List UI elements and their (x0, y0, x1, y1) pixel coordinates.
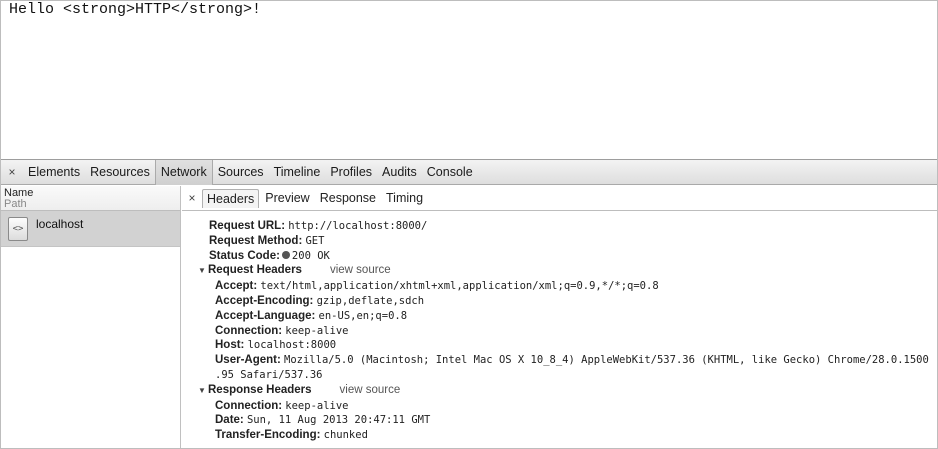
header-value: .95 Safari/537.36 (215, 368, 323, 381)
header-value: localhost:8000 (247, 339, 337, 352)
status-code-line: Status Code: 200 OK (209, 249, 937, 264)
header-row: Transfer-Encoding: chunked (209, 428, 937, 443)
header-key: Accept: (215, 280, 258, 293)
header-value: GET (305, 234, 325, 247)
header-value: Mozilla/5.0 (Macintosh; Intel Mac OS X 1… (284, 354, 929, 367)
request-row[interactable]: <> localhost (1, 211, 180, 247)
header-value: http://localhost:8000/ (288, 220, 428, 232)
detail-tabs: × Headers Preview Response Timing (182, 186, 937, 211)
view-source-link[interactable]: view source (330, 264, 391, 276)
header-key: Status Code: (209, 249, 280, 262)
headers-view: Request URL: http://localhost:8000/ Requ… (182, 211, 937, 443)
status-dot-icon (281, 250, 290, 259)
path-column-label: Path (4, 198, 27, 210)
disclosure-triangle-icon[interactable]: ▼ (198, 384, 208, 399)
header-value: 200 OK (291, 249, 330, 262)
tab-audits[interactable]: Audits (377, 160, 422, 185)
header-value: text/html,application/xhtml+xml,applicat… (260, 280, 659, 293)
disclosure-triangle-icon[interactable]: ▼ (198, 264, 208, 279)
tab-headers[interactable]: Headers (202, 188, 260, 208)
header-value: gzip,deflate,sdch (316, 294, 425, 307)
header-key: Accept-Encoding: (215, 294, 314, 307)
devtools-toolbar: × Elements Resources Network Sources Tim… (1, 159, 937, 185)
header-value: en-US,en;q=0.8 (318, 309, 408, 322)
section-title: Request Headers (208, 264, 302, 277)
header-key: Transfer-Encoding: (215, 429, 321, 442)
header-row-continuation: .95 Safari/537.36 (209, 368, 937, 383)
header-row: Connection: keep-alive (209, 399, 937, 414)
tab-console[interactable]: Console (422, 160, 478, 185)
header-value: keep-alive (285, 399, 349, 412)
response-headers-section[interactable]: ▼ Response Headers view source (198, 383, 937, 399)
tab-profiles[interactable]: Profiles (325, 160, 377, 185)
header-key: Request URL: (209, 220, 286, 232)
request-url-line: Request URL: http://localhost:8000/ (209, 219, 937, 234)
page-content-text: Hello <strong>HTTP</strong>! (9, 1, 262, 18)
page-viewport: Hello <strong>HTTP</strong>! (1, 1, 937, 159)
tab-response[interactable]: Response (316, 189, 380, 207)
tab-timeline[interactable]: Timeline (269, 160, 326, 185)
name-column-header[interactable]: Name Path (1, 186, 180, 211)
document-icon: <> (8, 217, 28, 241)
header-row: Host: localhost:8000 (209, 338, 937, 353)
devtools-window: × Elements Resources Network Sources Tim… (1, 159, 937, 448)
header-key: Connection: (215, 399, 283, 412)
request-name: localhost (36, 217, 84, 231)
tab-sources[interactable]: Sources (213, 160, 269, 185)
name-column-label: Name (4, 187, 34, 199)
header-value: chunked (323, 429, 368, 442)
header-key: Host: (215, 339, 245, 352)
header-value: Sun, 11 Aug 2013 20:47:11 GMT (246, 414, 431, 427)
header-row: User-Agent: Mozilla/5.0 (Macintosh; Inte… (209, 353, 937, 368)
tab-preview[interactable]: Preview (261, 189, 313, 207)
request-method-line: Request Method: GET (209, 234, 937, 249)
header-row: Connection: keep-alive (209, 324, 937, 339)
tab-network[interactable]: Network (154, 159, 213, 185)
tab-elements[interactable]: Elements (23, 160, 85, 185)
request-details: × Headers Preview Response Timing Reques… (182, 186, 937, 448)
section-title: Response Headers (208, 383, 312, 396)
header-row: Accept: text/html,application/xhtml+xml,… (209, 279, 937, 294)
header-key: Connection: (215, 324, 283, 337)
header-key: Accept-Language: (215, 309, 316, 322)
network-panel: Name Path <> localhost × Headers Preview… (1, 186, 937, 448)
tab-resources[interactable]: Resources (85, 160, 155, 185)
header-row: Date: Sun, 11 Aug 2013 20:47:11 GMT (209, 413, 937, 428)
request-list: Name Path <> localhost (1, 186, 181, 448)
header-row: Accept-Language: en-US,en;q=0.8 (209, 309, 937, 324)
header-key: Date: (215, 414, 244, 427)
header-key: User-Agent: (215, 354, 281, 367)
header-key: Request Method: (209, 234, 303, 247)
close-details-icon[interactable]: × (182, 191, 202, 205)
header-row: Accept-Encoding: gzip,deflate,sdch (209, 294, 937, 309)
close-devtools-icon[interactable]: × (1, 165, 23, 179)
header-value: keep-alive (285, 324, 349, 337)
tab-timing[interactable]: Timing (382, 189, 427, 207)
request-headers-section[interactable]: ▼ Request Headers view source (198, 263, 937, 279)
view-source-link[interactable]: view source (340, 384, 401, 396)
